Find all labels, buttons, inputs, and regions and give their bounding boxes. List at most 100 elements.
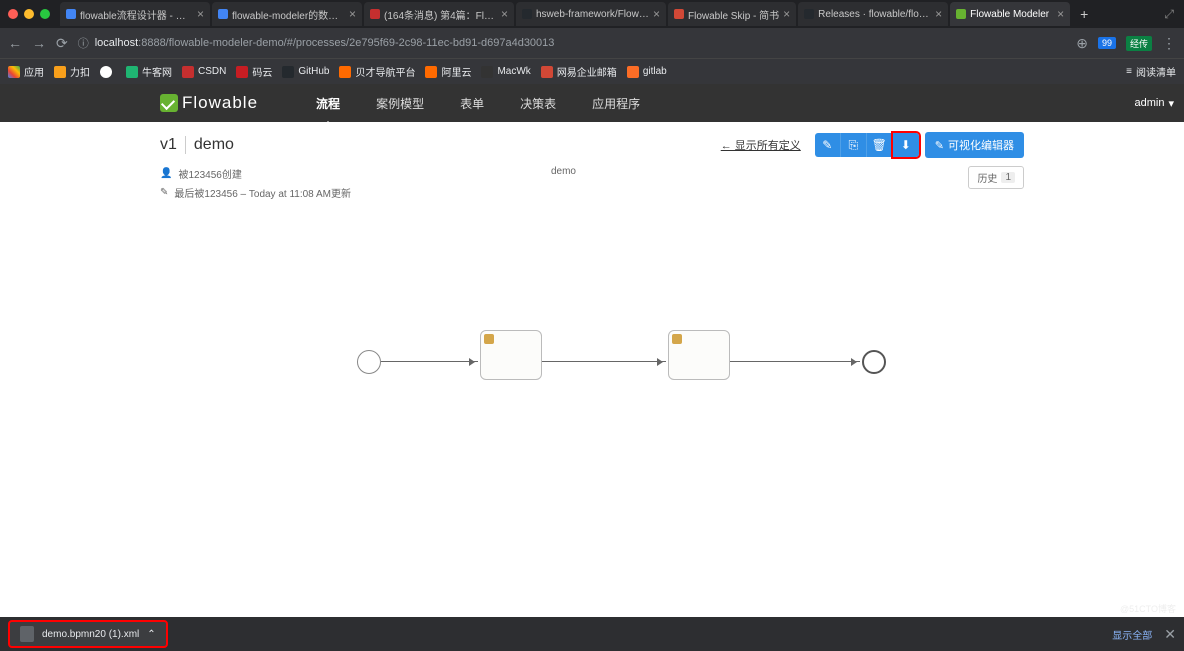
bookmark-item[interactable]: CSDN — [182, 64, 226, 79]
close-tab[interactable]: × — [501, 7, 508, 21]
copy-button[interactable]: ⎘ — [841, 133, 867, 157]
tab-title: flowable-modeler的数据保存在 — [232, 7, 345, 22]
pencil-icon: ✎ — [160, 187, 168, 198]
new-tab-button[interactable]: + — [1072, 6, 1096, 22]
list-icon: ≡ — [1126, 66, 1132, 77]
translate-icon[interactable]: ⊕ — [1076, 35, 1088, 52]
edit-button[interactable]: ✎ — [815, 133, 841, 157]
bookmark-item[interactable]: GitHub — [282, 64, 329, 79]
tab-title: Flowable Skip - 简书 — [688, 7, 779, 22]
favicon — [218, 9, 228, 19]
bookmark-icon — [541, 66, 553, 78]
tab-title: Releases · flowable/flowable-e — [818, 9, 931, 20]
close-tab[interactable]: × — [197, 7, 204, 21]
logo[interactable]: Flowable — [160, 93, 258, 113]
version-label: v1 — [160, 136, 177, 154]
forward-button[interactable]: → — [32, 35, 46, 51]
delete-button[interactable]: 🗑 — [867, 133, 893, 157]
bookmark-item[interactable]: 牛客网 — [126, 64, 172, 79]
nav-link[interactable]: 案例模型 — [358, 84, 442, 122]
trash-icon: 🗑 — [872, 138, 887, 152]
user-menu[interactable]: admin ▾ — [1135, 97, 1175, 110]
bookmark-item[interactable]: 码云 — [236, 64, 272, 79]
bookmark-icon — [282, 66, 294, 78]
close-download-bar[interactable]: ✕ — [1164, 626, 1176, 643]
close-tab[interactable]: × — [349, 7, 356, 21]
close-tab[interactable]: × — [783, 7, 790, 21]
site-info-icon[interactable]: ⓘ — [78, 35, 89, 51]
nav-link[interactable]: 流程 — [298, 84, 358, 122]
bookmark-item[interactable]: 网易企业邮箱 — [541, 64, 617, 79]
download-icon: ⬇ — [901, 138, 911, 152]
sequence-flow[interactable] — [730, 361, 860, 362]
favicon — [674, 9, 684, 19]
tab-title: Flowable Modeler — [970, 9, 1053, 20]
expand-window[interactable]: ⤢ — [1154, 7, 1184, 22]
edit-icon: ✎ — [935, 139, 944, 152]
bookmark-icon — [627, 66, 639, 78]
bookmark-icon — [182, 66, 194, 78]
reload-button[interactable]: ⟳ — [56, 35, 68, 52]
tab-title: flowable流程设计器 - Google 搜 — [80, 7, 193, 22]
close-tab[interactable]: × — [935, 7, 942, 21]
minimize-window[interactable] — [24, 9, 34, 19]
tab-title: (164条消息) 第4篇：Flowable- — [384, 7, 497, 22]
extension-badge-2[interactable]: 经传 — [1126, 36, 1152, 51]
nav-link[interactable]: 决策表 — [502, 84, 574, 122]
user-icon — [672, 334, 682, 344]
user-icon — [484, 334, 494, 344]
bookmark-icon — [54, 66, 66, 78]
bookmark-item[interactable]: gitlab — [627, 64, 667, 79]
chevron-down-icon: ▾ — [1168, 97, 1174, 110]
close-tab[interactable]: × — [1057, 7, 1064, 21]
show-all-link[interactable]: ← 显示所有定义 — [721, 137, 801, 153]
browser-tab[interactable]: Releases · flowable/flowable-e × — [798, 2, 948, 26]
sequence-flow[interactable] — [381, 361, 478, 362]
bookmarks-bar: 应用 力扣 牛客网 CSDN 码云 GitHub 贝才导航平台阿里云 MacWk 网易企业邮箱… — [0, 58, 1184, 84]
browser-tab[interactable]: hsweb-framework/FlowableMc × — [516, 2, 666, 26]
page-content: v1 demo ← 显示所有定义 ✎ ⎘ 🗑 ⬇ ✎ 可视化编辑器 👤 被123… — [0, 122, 1184, 550]
bookmark-item[interactable]: 力扣 — [54, 64, 90, 79]
url-input[interactable]: ⓘ localhost:8888/flowable-modeler-demo/#… — [78, 35, 1067, 51]
bookmark-item[interactable]: 阿里云 — [425, 64, 471, 79]
description: demo — [551, 166, 576, 177]
bookmark-item[interactable]: 贝才导航平台 — [339, 64, 415, 79]
bookmark-icon — [236, 66, 248, 78]
maximize-window[interactable] — [40, 9, 50, 19]
browser-tab[interactable]: flowable流程设计器 - Google 搜 × — [60, 2, 210, 26]
close-tab[interactable]: × — [653, 7, 660, 21]
close-window[interactable] — [8, 9, 18, 19]
browser-tab[interactable]: (164条消息) 第4篇：Flowable- × — [364, 2, 514, 26]
favicon — [66, 9, 76, 19]
bookmark-item[interactable] — [100, 64, 116, 79]
tab-title: hsweb-framework/FlowableMc — [536, 9, 649, 20]
bookmark-item[interactable]: MacWk — [481, 64, 530, 79]
download-button[interactable]: ⬇ — [893, 133, 919, 157]
back-button[interactable]: ← — [8, 35, 22, 51]
history-button[interactable]: 历史 1 — [968, 166, 1024, 189]
browser-tab[interactable]: Flowable Modeler × — [950, 2, 1070, 26]
chevron-up-icon[interactable]: ⌃ — [147, 629, 155, 640]
created-by: 👤 被123456创建 — [160, 166, 351, 181]
end-event[interactable] — [862, 350, 886, 374]
start-event[interactable] — [357, 350, 381, 374]
nav-link[interactable]: 应用程序 — [574, 84, 658, 122]
browser-tab[interactable]: flowable-modeler的数据保存在 × — [212, 2, 362, 26]
user-task-2[interactable] — [668, 330, 730, 380]
logo-icon — [160, 94, 178, 112]
download-item[interactable]: demo.bpmn20 (1).xml ⌃ — [8, 620, 168, 648]
extension-badge[interactable]: 99 — [1098, 37, 1116, 49]
visual-editor-button[interactable]: ✎ 可视化编辑器 — [925, 132, 1024, 158]
bookmark-icon — [481, 66, 493, 78]
sequence-flow[interactable] — [542, 361, 666, 362]
bookmark-icon — [126, 66, 138, 78]
reading-list[interactable]: ≡ 阅读清单 — [1126, 64, 1176, 79]
nav-link[interactable]: 表单 — [442, 84, 502, 122]
user-task-1[interactable] — [480, 330, 542, 380]
browser-tab[interactable]: Flowable Skip - 简书 × — [668, 2, 796, 26]
chrome-menu[interactable]: ⋮ — [1162, 35, 1176, 52]
favicon — [804, 9, 814, 19]
apps-shortcut[interactable]: 应用 — [8, 64, 44, 79]
show-all-downloads[interactable]: 显示全部 — [1112, 627, 1152, 642]
download-bar: demo.bpmn20 (1).xml ⌃ 显示全部 ✕ — [0, 617, 1184, 651]
